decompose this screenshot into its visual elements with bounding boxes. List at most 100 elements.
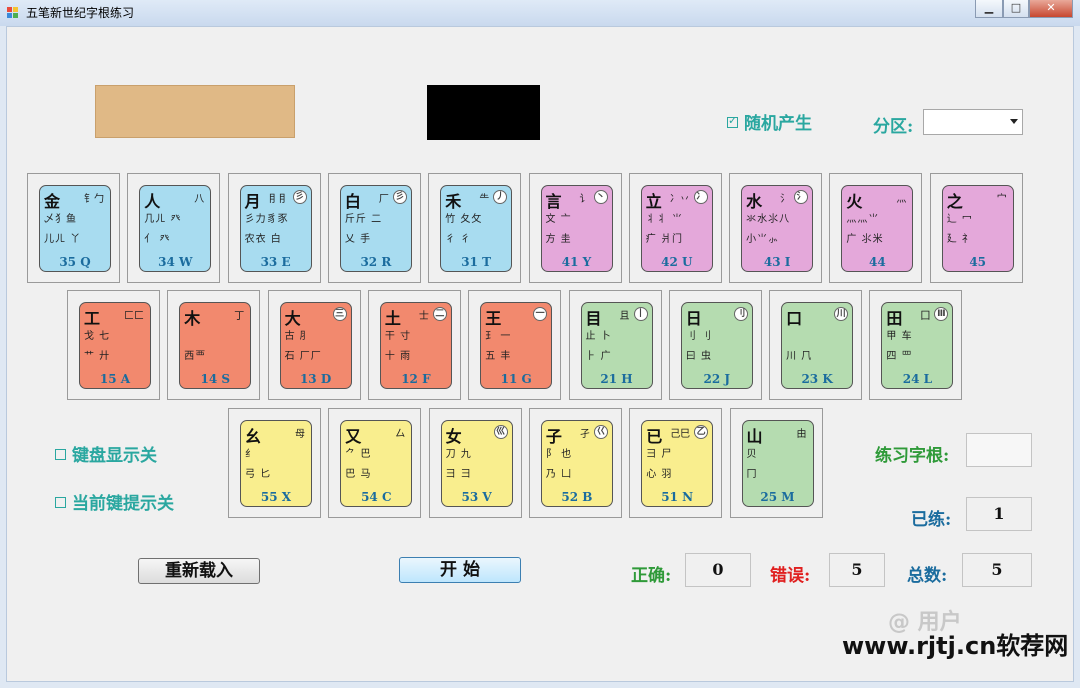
key-main-root: 大	[284, 309, 301, 328]
key-side-roots: 厶	[395, 429, 406, 440]
key-sub-roots: 氺水⺢八	[746, 214, 791, 225]
key-cell-土[interactable]: 土 二士干 寸十 雨 12 F	[367, 290, 461, 400]
key-sub-roots: 四 罒	[886, 351, 913, 362]
key-sub-roots: 西覀	[184, 351, 207, 362]
key-cell-日[interactable]: 日 刂刂 ⺉曰 虫 22 J	[668, 290, 762, 400]
practice-root-label: 练习字根:	[875, 446, 950, 466]
key-cell-工[interactable]: 工 ⼕匚戈 七艹 廾 15 A	[67, 290, 160, 400]
zone-select[interactable]	[923, 109, 1023, 135]
color-display-box	[95, 85, 295, 138]
keycap: 火 灬⺣灬⺌广 ⺢米 44	[841, 185, 914, 272]
key-cell-田[interactable]: 田 Ⅲ囗甲 车四 罒 24 L	[869, 290, 963, 400]
keycap: 女 巛刀 九彐 ⺕ 53 V	[440, 420, 513, 507]
key-side-roots: 八	[194, 194, 205, 205]
key-cell-山[interactable]: 山 由贝冂 25 M	[729, 408, 823, 518]
key-code: 43 I	[763, 255, 791, 269]
key-cell-王[interactable]: 王 一⺩ 一五 丰 11 G	[468, 290, 562, 400]
key-sub-roots: 彐 ⺕	[445, 469, 472, 480]
key-cell-白[interactable]: 白 彡厂斤斤 ⼆乂 手 32 R	[327, 173, 421, 283]
key-cell-火[interactable]: 火 灬⺣灬⺌广 ⺢米 44	[829, 173, 923, 283]
key-cell-子[interactable]: 子 巜孑阝 也乃 凵 52 B	[528, 408, 622, 518]
key-cell-木[interactable]: 木 丁西覀 14 S	[167, 290, 261, 400]
stroke-mark-icon: 彡	[392, 190, 407, 204]
key-sub-roots: 纟	[245, 449, 256, 460]
key-sub-roots: 方 圭	[545, 234, 572, 245]
keycap: 土 二士干 寸十 雨 12 F	[379, 302, 452, 389]
key-cell-月[interactable]: 月 彡⺝⺝ 彡力豸豕 农衣 白 33 E	[227, 173, 321, 283]
key-cell-目[interactable]: 目 丨且止 卜⺊ 广 21 H	[568, 290, 662, 400]
key-main-root: 月	[244, 192, 261, 211]
root-display-box	[427, 85, 540, 140]
random-label: 随机产生	[744, 114, 812, 134]
random-checkbox[interactable]: 随机产生	[727, 109, 812, 134]
key-code: 52 B	[561, 490, 593, 504]
zone-label: 分区:	[873, 117, 914, 137]
keycap: 禾 丿⺧竹 夂攵彳 彳 31 T	[440, 185, 513, 272]
key-side-roots: 厂	[378, 194, 389, 205]
correct-label: 正确:	[631, 566, 672, 586]
key-sub-roots: 彳 彳	[445, 234, 472, 245]
reload-button[interactable]: 重新载入	[138, 558, 260, 584]
key-sub-roots: ⺣灬⺌	[846, 214, 880, 225]
keyboard-display-label: 键盘显示关	[72, 446, 157, 466]
key-sub-roots: 斤斤 ⼆	[344, 214, 383, 225]
key-cell-禾[interactable]: 禾 丿⺧竹 夂攵彳 彳 31 T	[428, 173, 522, 283]
key-cell-言[interactable]: 言 丶讠文 亠方 圭 41 Y	[528, 173, 622, 283]
key-cell-水[interactable]: 水 氵氵氺水⺢八 小⺌⺗ 43 I	[729, 173, 823, 283]
key-cell-立[interactable]: 立 冫冫丷 丬丬 ⺌疒 爿门 42 U	[628, 173, 722, 283]
watermark-text: www.rjtj.cn软荐网	[842, 632, 1069, 660]
correct-count-field: 0	[685, 553, 751, 587]
keycap: 金 钅勹 乄犭鱼 儿ㄦ 丫 35 Q	[39, 185, 111, 272]
app-icon	[7, 7, 18, 18]
maximize-button[interactable]: □	[1003, 0, 1029, 18]
key-main-root: 金	[44, 192, 61, 211]
key-side-roots: 且	[619, 311, 630, 322]
key-main-root: 人	[144, 192, 161, 211]
key-sub-roots: 阝 也	[545, 449, 573, 460]
key-code: 35 Q	[59, 255, 91, 269]
stroke-mark-icon: 冫	[693, 190, 708, 204]
key-sub-roots: 小⺌⺗	[746, 234, 780, 245]
key-cell-人[interactable]: 人 八几ㄦ 癶亻 癶 34 W	[127, 173, 221, 283]
key-sub-roots: 丬丬 ⺌	[645, 214, 683, 225]
close-button[interactable]: ✕	[1029, 0, 1073, 18]
stroke-mark-icon: 丨	[633, 307, 648, 321]
keycap: 田 Ⅲ囗甲 车四 罒 24 L	[881, 302, 954, 389]
key-sub-roots: 古 ⺼	[284, 331, 311, 342]
key-sub-roots: 石 ⼚厂	[284, 351, 322, 362]
stroke-mark-icon: 二	[432, 307, 447, 321]
key-cell-女[interactable]: 女 巛刀 九彐 ⺕ 53 V	[428, 408, 522, 518]
key-sub-roots: 辶 冖	[946, 214, 973, 225]
chevron-down-icon	[1010, 119, 1018, 124]
key-side-roots: ⺧	[479, 194, 490, 205]
minimize-button[interactable]: ▁	[975, 0, 1003, 18]
key-side-roots: 钅勹	[84, 194, 104, 205]
key-code: 55 X	[260, 490, 292, 504]
stroke-mark-icon: 丿	[493, 190, 508, 204]
key-cell-又[interactable]: 又 厶⺈ 巴巴 马 54 C	[328, 408, 422, 518]
keycap: 白 彡厂斤斤 ⼆乂 手 32 R	[339, 185, 412, 272]
key-code: 23 K	[801, 372, 833, 386]
key-hint-checkbox[interactable]: 当前键提示关	[55, 489, 174, 514]
keycap: 又 厶⺈ 巴巴 马 54 C	[340, 420, 413, 507]
key-cell-之[interactable]: 之 宀辶 冖廴 礻 45	[929, 173, 1023, 283]
key-code: 51 N	[661, 490, 694, 504]
key-cell-幺[interactable]: 幺 母纟弓 匕 55 X	[228, 408, 321, 518]
start-button[interactable]: 开 始	[399, 557, 521, 583]
keyboard-display-checkbox[interactable]: 键盘显示关	[55, 441, 157, 466]
key-side-roots: 丁	[234, 311, 245, 322]
keycap: 已 乙己巳⺕ 尸心 羽 51 N	[641, 420, 714, 507]
key-cell-口[interactable]: 口 川川 ⺇ 23 K	[769, 290, 863, 400]
key-cell-已[interactable]: 已 乙己巳⺕ 尸心 羽 51 N	[629, 408, 723, 518]
key-main-root: 幺	[245, 427, 262, 446]
key-main-root: 禾	[445, 192, 462, 211]
keycap: 水 氵氵氺水⺢八 小⺌⺗ 43 I	[741, 185, 814, 272]
key-cell-金[interactable]: 金 钅勹 乄犭鱼 儿ㄦ 丫 35 Q	[27, 173, 120, 283]
key-hint-check-mark	[55, 497, 66, 508]
key-sub-roots: 儿ㄦ 丫	[44, 234, 82, 245]
key-sub-roots: 曰 虫	[685, 351, 712, 362]
key-cell-大[interactable]: 大 三古 ⺼石 ⼚厂 13 D	[267, 290, 361, 400]
key-main-root: 木	[184, 309, 201, 328]
key-sub-roots: 戈 七	[84, 331, 111, 342]
keycap: 月 彡⺝⺝ 彡力豸豕 农衣 白 33 E	[239, 185, 312, 272]
